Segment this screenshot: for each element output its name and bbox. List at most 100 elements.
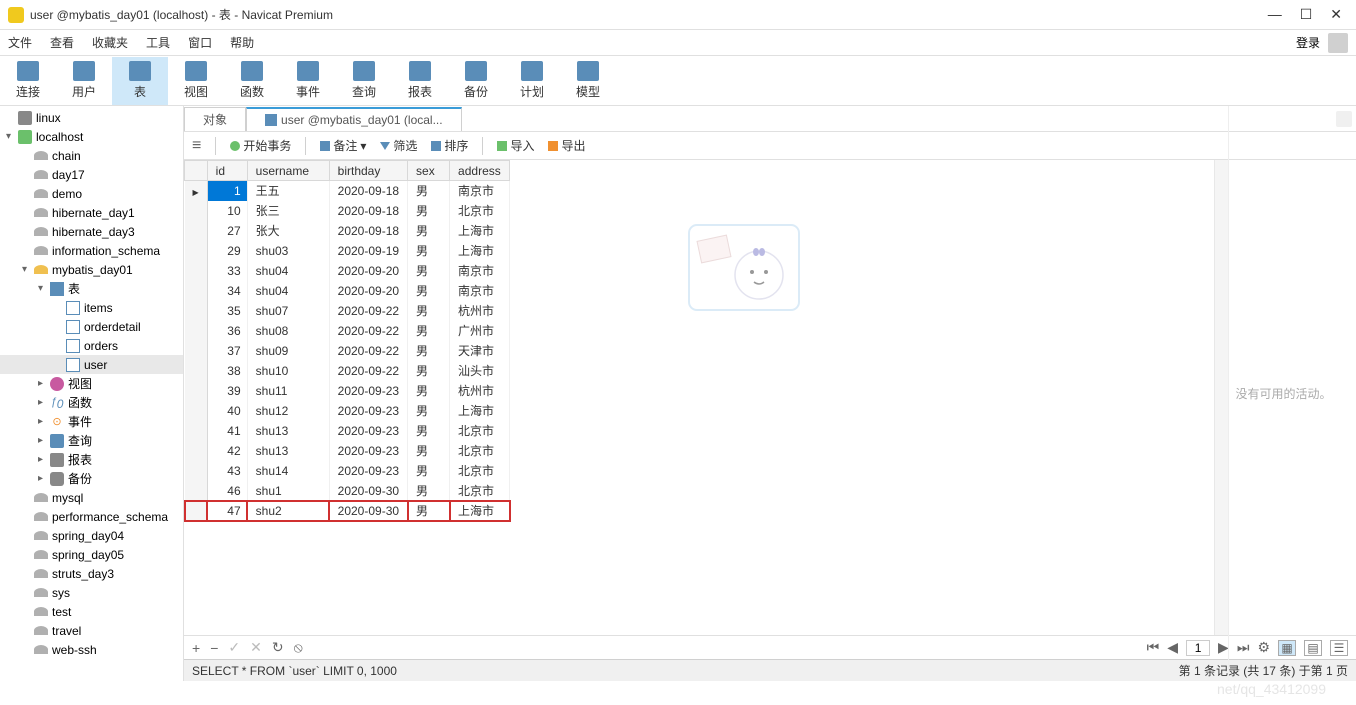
prev-page-button[interactable]: ◀ [1167,639,1178,656]
tree-item-test[interactable]: test [0,602,183,621]
table-row[interactable]: 10 张三 2020-09-18 男 北京市 [185,201,510,221]
cell-birthday[interactable]: 2020-09-22 [329,361,407,381]
stop-button[interactable]: ⦸ [294,639,303,656]
tree-item-struts_day3[interactable]: struts_day3 [0,564,183,583]
cell-id[interactable]: 27 [207,221,247,241]
tree-item-mybatis_day01[interactable]: ▾mybatis_day01 [0,260,183,279]
toolbar-报表[interactable]: 报表 [392,57,448,105]
table-row[interactable]: 37 shu09 2020-09-22 男 天津市 [185,341,510,361]
table-row[interactable]: 47 shu2 2020-09-30 男 上海市 [185,501,510,521]
cell-id[interactable]: 42 [207,441,247,461]
tree-item-orderdetail[interactable]: orderdetail [0,317,183,336]
toolbar-视图[interactable]: 视图 [168,57,224,105]
cell-sex[interactable]: 男 [408,261,450,281]
cell-birthday[interactable]: 2020-09-18 [329,181,407,201]
table-row[interactable]: 40 shu12 2020-09-23 男 上海市 [185,401,510,421]
tree-item-函数[interactable]: ▸ƒ0函数 [0,393,183,412]
export-button[interactable]: 导出 [548,137,585,154]
tree-item-视图[interactable]: ▸视图 [0,374,183,393]
cell-id[interactable]: 46 [207,481,247,501]
hamburger-icon[interactable]: ≡ [192,137,201,155]
cell-sex[interactable]: 男 [408,441,450,461]
cell-address[interactable]: 北京市 [450,201,510,221]
cell-birthday[interactable]: 2020-09-20 [329,261,407,281]
cell-username[interactable]: shu14 [247,461,329,481]
tree-item-查询[interactable]: ▸查询 [0,431,183,450]
cell-username[interactable]: shu1 [247,481,329,501]
table-row[interactable]: 42 shu13 2020-09-23 男 北京市 [185,441,510,461]
tab-user-table[interactable]: user @mybatis_day01 (local... [246,107,462,131]
cell-birthday[interactable]: 2020-09-30 [329,501,407,521]
menu-file[interactable]: 文件 [8,34,32,51]
tree-item-day17[interactable]: day17 [0,165,183,184]
add-row-button[interactable]: + [192,640,200,656]
cell-birthday[interactable]: 2020-09-23 [329,421,407,441]
table-row[interactable]: 34 shu04 2020-09-20 男 南京市 [185,281,510,301]
cell-id[interactable]: 35 [207,301,247,321]
table-row[interactable]: 29 shu03 2020-09-19 男 上海市 [185,241,510,261]
cell-username[interactable]: shu10 [247,361,329,381]
tree-item-linux[interactable]: linux [0,108,183,127]
cell-id[interactable]: 36 [207,321,247,341]
cell-username[interactable]: shu07 [247,301,329,321]
nav-tree[interactable]: linux▾localhostchainday17demohibernate_d… [0,106,184,681]
cell-username[interactable]: shu11 [247,381,329,401]
toolbar-表[interactable]: 表 [112,57,168,105]
tree-item-sys[interactable]: sys [0,583,183,602]
delete-row-button[interactable]: − [210,640,218,656]
import-button[interactable]: 导入 [497,137,534,154]
cell-birthday[interactable]: 2020-09-22 [329,341,407,361]
column-header-username[interactable]: username [247,161,329,181]
menu-view[interactable]: 查看 [50,34,74,51]
cell-sex[interactable]: 男 [408,381,450,401]
cell-address[interactable]: 上海市 [450,221,510,241]
tree-item-orders[interactable]: orders [0,336,183,355]
table-row[interactable]: 36 shu08 2020-09-22 男 广州市 [185,321,510,341]
tree-item-user[interactable]: user [0,355,183,374]
refresh-button[interactable]: ↻ [272,639,284,656]
tree-item-localhost[interactable]: ▾localhost [0,127,183,146]
table-row[interactable]: 46 shu1 2020-09-30 男 北京市 [185,481,510,501]
cell-id[interactable]: 40 [207,401,247,421]
tree-item-items[interactable]: items [0,298,183,317]
avatar-icon[interactable] [1328,33,1348,53]
tree-item-web-ssh[interactable]: web-ssh [0,640,183,659]
cell-sex[interactable]: 男 [408,281,450,301]
commit-button[interactable]: ✓ [228,639,240,656]
cell-address[interactable]: 南京市 [450,261,510,281]
cell-birthday[interactable]: 2020-09-18 [329,201,407,221]
sort-button[interactable]: 排序 [431,137,468,154]
cell-username[interactable]: shu13 [247,421,329,441]
toolbar-模型[interactable]: 模型 [560,57,616,105]
cell-id[interactable]: 43 [207,461,247,481]
tree-item-表[interactable]: ▾表 [0,279,183,298]
cell-birthday[interactable]: 2020-09-22 [329,301,407,321]
cell-sex[interactable]: 男 [408,361,450,381]
cell-birthday[interactable]: 2020-09-23 [329,381,407,401]
cell-address[interactable]: 北京市 [450,421,510,441]
toolbar-查询[interactable]: 查询 [336,57,392,105]
cell-address[interactable]: 南京市 [450,181,510,201]
cell-address[interactable]: 南京市 [450,281,510,301]
cell-sex[interactable]: 男 [408,401,450,421]
tree-item-hibernate_day3[interactable]: hibernate_day3 [0,222,183,241]
toolbar-连接[interactable]: 连接 [0,57,56,105]
tree-item-chain[interactable]: chain [0,146,183,165]
toolbar-计划[interactable]: 计划 [504,57,560,105]
data-grid[interactable]: id username birthday sex address 1 王五 20… [184,160,1356,635]
column-header-birthday[interactable]: birthday [329,161,407,181]
cell-sex[interactable]: 男 [408,481,450,501]
cell-sex[interactable]: 男 [408,341,450,361]
cell-sex[interactable]: 男 [408,201,450,221]
tree-item-事件[interactable]: ▸⊙事件 [0,412,183,431]
tree-item-performance_schema[interactable]: performance_schema [0,507,183,526]
tree-item-spring_day05[interactable]: spring_day05 [0,545,183,564]
table-row[interactable]: 33 shu04 2020-09-20 男 南京市 [185,261,510,281]
column-header-id[interactable]: id [207,161,247,181]
menu-tools[interactable]: 工具 [146,34,170,51]
tab-objects[interactable]: 对象 [184,107,246,131]
cell-address[interactable]: 上海市 [450,241,510,261]
cell-address[interactable]: 杭州市 [450,301,510,321]
minimize-button[interactable]: — [1268,6,1282,23]
filter-button[interactable]: 筛选 [380,137,417,154]
